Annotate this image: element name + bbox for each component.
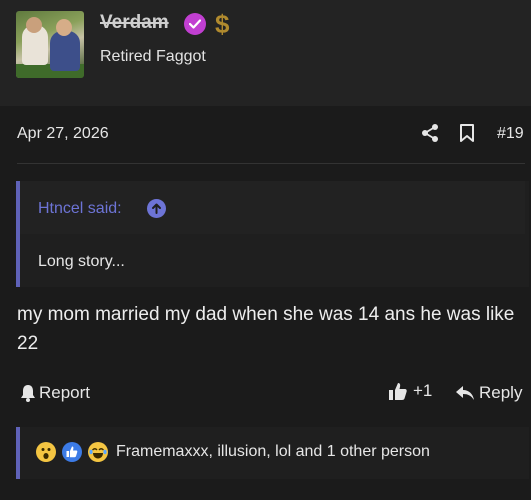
report-label: Report [39,383,91,402]
quote-text: Long story... [38,253,125,270]
bookmark-icon[interactable] [458,123,476,143]
reaction-icons [36,442,114,462]
report-button[interactable]: Report [20,383,90,403]
like-button[interactable]: +1 [388,381,432,401]
dollar-badge-icon: $ [215,9,230,39]
like-reaction-icon [62,442,82,462]
wow-reaction-icon [36,442,56,462]
bell-icon [20,384,36,402]
lol-reaction-icon [88,442,108,462]
quote-block: Htncel said: Long story... [16,181,529,287]
verified-icon [184,13,206,35]
reply-icon [455,385,475,401]
reactions-bar[interactable]: Framemaxxx, illusion, lol and 1 other pe… [16,427,529,479]
quote-author[interactable]: Htncel said: [38,200,122,218]
divider [17,163,525,164]
share-icon[interactable] [420,123,440,143]
thumbs-up-icon [388,381,408,401]
post-date[interactable]: Apr 27, 2026 [17,125,109,143]
reply-button[interactable]: Reply [455,383,522,403]
avatar[interactable] [16,11,84,78]
post-message: my mom married my dad when she was 14 an… [17,304,515,354]
reply-label: Reply [479,383,523,402]
quote-header: Htncel said: [20,181,525,234]
post-author-header: Verdam $ Retired Faggot [0,0,531,106]
user-title: Retired Faggot [100,48,206,65]
like-count: +1 [413,381,433,400]
arrow-up-icon[interactable] [147,199,166,218]
username[interactable]: Verdam [100,12,169,34]
post-number[interactable]: #19 [497,125,524,143]
reactions-summary[interactable]: Framemaxxx, illusion, lol and 1 other pe… [116,443,430,461]
